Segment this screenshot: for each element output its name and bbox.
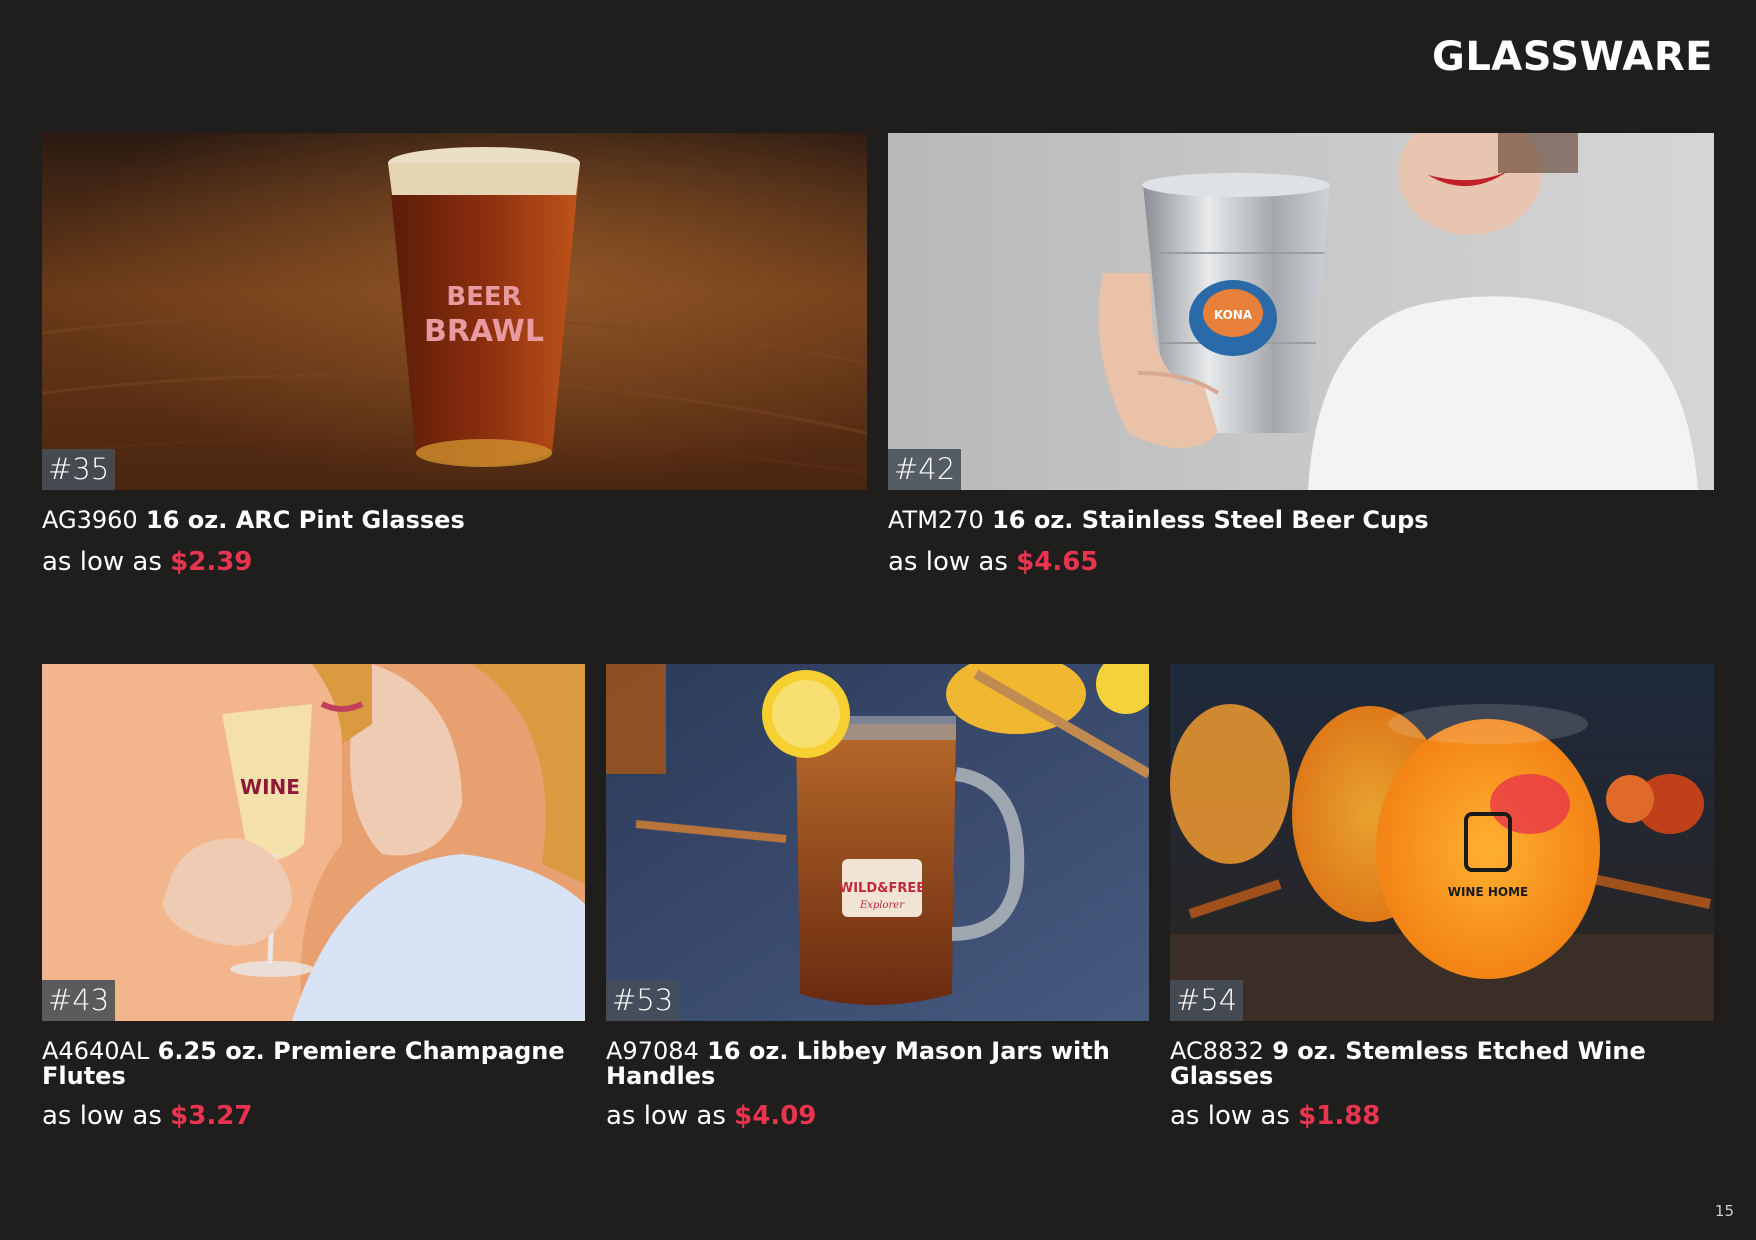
product-tag: #53 bbox=[606, 980, 680, 1021]
price-value: $4.65 bbox=[1016, 547, 1099, 577]
product-card[interactable]: KONA #42 ATM270 16 oz. Stainless Steel B… bbox=[888, 133, 1714, 593]
page-title: GLASSWARE bbox=[1431, 34, 1713, 80]
product-name[interactable]: AG3960 16 oz. ARC Pint Glasses bbox=[42, 508, 867, 533]
product-code: ATM270 bbox=[888, 506, 984, 534]
product-photo-steel-cup: KONA #42 bbox=[888, 133, 1714, 490]
product-code: AG3960 bbox=[42, 506, 138, 534]
product-name[interactable]: A4640AL 6.25 oz. Premiere Champagne Flut… bbox=[42, 1039, 585, 1089]
product-photo-mason-jar: WILD&FREE Explorer #53 bbox=[606, 664, 1149, 1021]
product-code: AC8832 bbox=[1170, 1037, 1264, 1065]
imprint-text: WINE HOME bbox=[1448, 885, 1529, 899]
product-title: 16 oz. Stainless Steel Beer Cups bbox=[992, 506, 1429, 534]
product-photo-champagne-flute: WINE #43 bbox=[42, 664, 585, 1021]
product-tag: #35 bbox=[42, 449, 116, 490]
product-card[interactable]: BEER BRAWL #35 AG3960 16 oz. ARC Pint Gl… bbox=[42, 133, 867, 593]
product-price: as low as $4.09 bbox=[606, 1101, 816, 1131]
imprint-text: WINE bbox=[240, 775, 300, 799]
price-value: $4.09 bbox=[734, 1101, 817, 1131]
price-prefix: as low as bbox=[42, 1101, 162, 1131]
imprint-text: Explorer bbox=[859, 900, 905, 911]
product-code: A97084 bbox=[606, 1037, 699, 1065]
product-price: as low as $3.27 bbox=[42, 1101, 252, 1131]
imprint-text: BEER bbox=[446, 282, 521, 312]
price-value: $2.39 bbox=[170, 547, 253, 577]
product-code: A4640AL bbox=[42, 1037, 150, 1065]
product-photo-pint-glass: BEER BRAWL #35 bbox=[42, 133, 867, 490]
price-prefix: as low as bbox=[1170, 1101, 1290, 1131]
price-prefix: as low as bbox=[888, 547, 1008, 577]
price-value: $3.27 bbox=[170, 1101, 253, 1131]
page-number: 15 bbox=[1714, 1202, 1734, 1220]
product-tag: #42 bbox=[888, 449, 962, 490]
product-name[interactable]: AC8832 9 oz. Stemless Etched Wine Glasse… bbox=[1170, 1039, 1714, 1089]
product-title: 16 oz. ARC Pint Glasses bbox=[146, 506, 465, 534]
product-price: as low as $1.88 bbox=[1170, 1101, 1380, 1131]
product-card[interactable]: WINE HOME #54 AC8832 9 oz. Stemless Etch… bbox=[1170, 664, 1714, 1144]
product-tag: #54 bbox=[1170, 980, 1244, 1021]
product-name[interactable]: A97084 16 oz. Libbey Mason Jars with Han… bbox=[606, 1039, 1149, 1089]
price-prefix: as low as bbox=[42, 547, 162, 577]
product-photo-wine-glasses: WINE HOME #54 bbox=[1170, 664, 1714, 1021]
imprint-text: KONA bbox=[1214, 308, 1253, 322]
imprint-text: WILD&FREE bbox=[839, 881, 925, 896]
imprint-text: BRAWL bbox=[424, 314, 544, 349]
product-card[interactable]: WILD&FREE Explorer #53 A97084 16 oz. Lib… bbox=[606, 664, 1149, 1144]
product-card[interactable]: WINE #43 A4640AL 6.25 oz. Premiere Champ… bbox=[42, 664, 585, 1144]
product-name[interactable]: ATM270 16 oz. Stainless Steel Beer Cups bbox=[888, 508, 1714, 533]
product-price: as low as $4.65 bbox=[888, 547, 1098, 577]
price-value: $1.88 bbox=[1298, 1101, 1381, 1131]
product-price: as low as $2.39 bbox=[42, 547, 252, 577]
product-tag: #43 bbox=[42, 980, 116, 1021]
price-prefix: as low as bbox=[606, 1101, 726, 1131]
